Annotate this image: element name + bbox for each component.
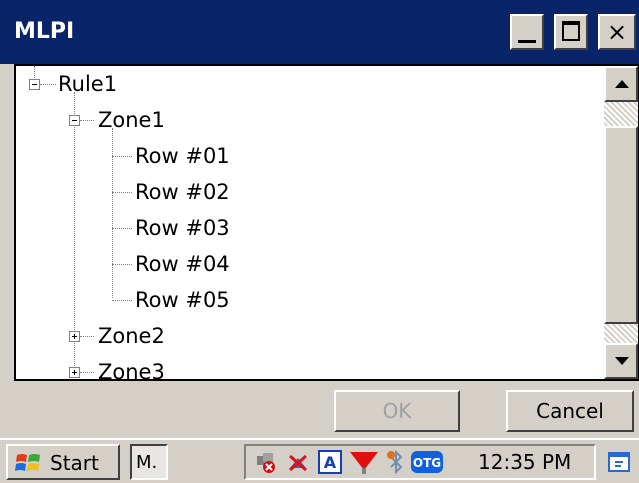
tree-line bbox=[80, 120, 94, 121]
signal-icon[interactable] bbox=[348, 450, 380, 474]
input-mode-a-icon[interactable]: A bbox=[318, 450, 342, 474]
maximize-button[interactable] bbox=[554, 14, 588, 50]
tree-line bbox=[80, 336, 94, 337]
window-title: MLPI bbox=[14, 19, 75, 44]
show-desktop-button[interactable] bbox=[604, 444, 634, 480]
tree-line bbox=[112, 192, 132, 193]
bluetooth-icon[interactable] bbox=[386, 450, 406, 474]
taskbar-item-mlpi[interactable]: M. bbox=[130, 444, 168, 480]
tree-item-rule1[interactable]: Rule1 bbox=[58, 66, 117, 102]
start-label: Start bbox=[50, 451, 99, 475]
network-disconnected-icon[interactable] bbox=[254, 450, 278, 474]
tree-line bbox=[40, 84, 56, 85]
clock[interactable]: 12:35 PM bbox=[478, 446, 571, 478]
tree-item-zone1[interactable]: Zone1 bbox=[98, 102, 165, 138]
input-mode-a-label: A bbox=[324, 453, 337, 472]
collapse-rule1-icon[interactable] bbox=[29, 79, 40, 90]
tree-line bbox=[112, 264, 132, 265]
arrow-down-icon bbox=[615, 357, 629, 365]
ok-button[interactable]: OK bbox=[334, 390, 460, 432]
cancel-button[interactable]: Cancel bbox=[506, 390, 634, 432]
close-button[interactable]: × bbox=[598, 14, 636, 50]
tree-item-row02[interactable]: Row #02 bbox=[135, 174, 230, 210]
tree-item-row01[interactable]: Row #01 bbox=[135, 138, 230, 174]
tree-item-row03[interactable]: Row #03 bbox=[135, 210, 230, 246]
otg-label: OTG bbox=[413, 456, 441, 470]
vertical-scrollbar[interactable] bbox=[604, 66, 638, 379]
tree-line bbox=[112, 128, 113, 298]
collapse-zone1-icon[interactable] bbox=[69, 115, 80, 126]
sync-error-icon[interactable] bbox=[286, 450, 310, 474]
tree-line bbox=[80, 372, 94, 373]
windows-flag-icon bbox=[15, 454, 40, 471]
desktop-icon bbox=[608, 452, 630, 472]
tree-line bbox=[112, 228, 132, 229]
tree-item-zone2[interactable]: Zone2 bbox=[98, 318, 165, 354]
expand-zone2-icon[interactable] bbox=[69, 331, 80, 342]
scroll-thumb[interactable] bbox=[604, 126, 638, 324]
tree-view[interactable]: Rule1 Zone1 Row #01 Row #02 Row #03 Row … bbox=[14, 64, 639, 381]
minimize-button[interactable] bbox=[510, 14, 544, 50]
tree-item-zone3[interactable]: Zone3 bbox=[98, 354, 165, 379]
system-tray: A OTG 12:35 PM bbox=[244, 444, 596, 480]
scroll-up-button[interactable] bbox=[604, 66, 638, 102]
start-button[interactable]: Start bbox=[6, 444, 120, 480]
minimize-icon bbox=[518, 40, 536, 43]
tree-item-row05[interactable]: Row #05 bbox=[135, 282, 230, 318]
maximize-icon bbox=[562, 21, 580, 41]
otg-icon[interactable]: OTG bbox=[410, 450, 444, 474]
taskbar: Start M. A OTG 12:35 PM bbox=[0, 438, 639, 483]
arrow-up-icon bbox=[615, 80, 629, 88]
tree-line bbox=[112, 300, 132, 301]
close-icon: × bbox=[606, 18, 628, 46]
tree-item-row04[interactable]: Row #04 bbox=[135, 246, 230, 282]
scroll-down-button[interactable] bbox=[604, 343, 638, 379]
tree-line bbox=[34, 66, 35, 78]
expand-zone3-icon[interactable] bbox=[69, 367, 80, 378]
tree-line bbox=[112, 156, 132, 157]
